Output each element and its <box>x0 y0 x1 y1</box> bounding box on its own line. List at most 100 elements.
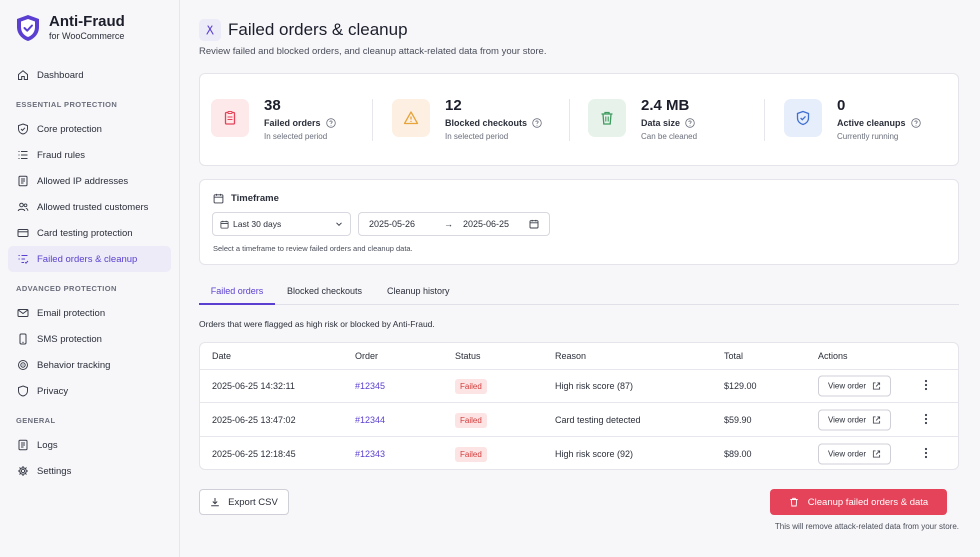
row-total: $89.00 <box>724 448 752 459</box>
status-badge: Failed <box>455 379 487 394</box>
table-row: 2025-06-25 14:32:11 #12345 Failed High r… <box>200 370 958 403</box>
row-date: 2025-06-25 12:18:45 <box>212 448 296 459</box>
stat-subtext: In selected period <box>445 132 509 141</box>
help-icon[interactable] <box>532 118 542 128</box>
stat-label: Failed orders <box>264 118 321 128</box>
column-header-total: Total <box>724 351 744 361</box>
row-actions: View order <box>818 443 891 464</box>
row-reason: Card testing detected <box>555 415 641 425</box>
help-icon[interactable] <box>685 118 695 128</box>
view-order-button[interactable]: View order <box>818 443 891 464</box>
target-icon <box>18 360 28 370</box>
tab-cleanup-history[interactable]: Cleanup history <box>387 286 450 305</box>
sidebar-item-label: Logs <box>37 439 58 451</box>
stat-blocked-checkouts: 12 Blocked checkouts In selected period <box>392 97 542 141</box>
stat-active-cleanups: 0 Active cleanups Currently running <box>784 97 921 141</box>
sidebar-item-failed-orders-cleanup[interactable]: Failed orders & cleanup <box>8 246 171 272</box>
row-more-menu[interactable] <box>921 412 931 428</box>
sidebar-item-allowed-ip-addresses[interactable]: Allowed IP addresses <box>8 168 171 194</box>
users-icon <box>17 202 29 212</box>
brand-title: Anti-Fraud <box>49 13 125 30</box>
status-badge-text: Failed <box>455 413 487 428</box>
row-actions: View order <box>818 409 891 431</box>
table-row: 2025-06-25 13:47:02 #12344 Failed Card t… <box>200 404 958 437</box>
row-total: $129.00 <box>724 381 757 391</box>
sidebar-item-privacy[interactable]: Privacy <box>8 378 171 404</box>
tab-failed-orders[interactable]: Failed orders <box>199 286 275 305</box>
table-header: Date Order Status Reason Total Actions <box>200 343 958 370</box>
stat-label-row: Failed orders <box>264 118 336 128</box>
stat-label: Active cleanups <box>837 118 906 128</box>
sidebar-section-title: ESSENTIAL PROTECTION <box>16 100 118 109</box>
view-order-button[interactable]: View order <box>818 409 891 431</box>
view-order-label: View order <box>827 415 867 425</box>
table-row: 2025-06-25 12:18:45 #12343 Failed High r… <box>200 437 958 469</box>
row-more-menu[interactable] <box>921 446 931 462</box>
stat-label: Data size <box>641 118 681 128</box>
stat-divider <box>764 99 765 141</box>
stat-label-row: Active cleanups <box>837 118 921 128</box>
timeframe-select-value: Last 30 days <box>233 219 282 229</box>
row-more-menu[interactable] <box>921 378 931 394</box>
external-link-icon <box>872 416 881 424</box>
sidebar-item-settings[interactable]: Settings <box>8 458 171 484</box>
sidebar-nav: Dashboard ESSENTIAL PROTECTION Core prot… <box>8 62 171 484</box>
sidebar-item-dashboard[interactable]: Dashboard <box>8 62 171 88</box>
sidebar-item-allowed-trusted-customers[interactable]: Allowed trusted customers <box>8 194 171 220</box>
row-date: 2025-06-25 13:47:02 <box>212 415 296 425</box>
timeframe-label: Timeframe <box>231 193 279 204</box>
calendar-icon[interactable] <box>529 219 539 229</box>
column-header-actions: Actions <box>818 351 848 361</box>
list-icon <box>18 150 28 160</box>
tab-blocked-checkouts[interactable]: Blocked checkouts <box>287 286 362 305</box>
row-reason: High risk score (92) <box>555 448 634 459</box>
shield-check-logo-icon <box>17 15 39 41</box>
column-header-date: Date <box>212 351 232 361</box>
more-vertical-icon[interactable] <box>921 412 931 426</box>
row-reason: High risk score (87) <box>555 381 634 391</box>
sidebar-item-email-protection[interactable]: Email protection <box>8 300 171 326</box>
date-range-arrow: → <box>444 219 453 229</box>
stat-icon-wrap <box>211 99 249 137</box>
stat-value: 12 <box>445 97 462 114</box>
failed-orders-table: Date Order Status Reason Total Actions 2… <box>199 342 959 470</box>
view-order-label: View order <box>827 381 867 391</box>
sidebar-item-logs[interactable]: Logs <box>8 432 171 458</box>
sidebar-item-behavior-tracking[interactable]: Behavior tracking <box>8 352 171 378</box>
help-icon[interactable] <box>910 118 921 128</box>
stat-label: Blocked checkouts <box>445 118 528 128</box>
column-header-status: Status <box>455 351 481 361</box>
row-order-link[interactable]: #12343 <box>355 449 385 459</box>
help-icon[interactable] <box>325 118 336 128</box>
stats-card: 38 Failed orders In selected period 12 B… <box>199 73 959 166</box>
sidebar-section-title: GENERAL <box>16 416 56 425</box>
sidebar-item-label: Allowed trusted customers <box>37 201 149 213</box>
brand-subtitle: for WooCommerce <box>49 31 125 41</box>
row-order-link[interactable]: #12345 <box>355 381 385 391</box>
sidebar-item-label: SMS protection <box>37 333 102 345</box>
export-csv-button[interactable]: Export CSV <box>199 489 289 515</box>
more-vertical-icon[interactable] <box>921 378 931 392</box>
sidebar-item-label: Card testing protection <box>37 227 133 239</box>
date-range-end[interactable]: 2025-06-25 <box>463 219 509 229</box>
date-range-input[interactable]: 2025-05-26 → 2025-06-25 <box>358 212 550 236</box>
more-vertical-icon[interactable] <box>921 446 931 460</box>
sidebar-item-sms-protection[interactable]: SMS protection <box>8 326 171 352</box>
sidebar-item-fraud-rules[interactable]: Fraud rules <box>8 142 171 168</box>
stat-subtext: Can be cleaned <box>641 132 698 141</box>
status-badge-text: Failed <box>455 379 487 394</box>
timeframe-card: Timeframe Last 30 days 2025-05-26 → 2025… <box>199 179 959 265</box>
brand[interactable]: Anti-Fraud for WooCommerce <box>15 14 125 42</box>
date-range-start[interactable]: 2025-05-26 <box>369 219 415 229</box>
trash-icon <box>601 111 613 125</box>
sidebar-item-core-protection[interactable]: Core protection <box>8 116 171 142</box>
stat-icon-wrap <box>588 99 626 137</box>
view-order-button[interactable]: View order <box>818 375 891 397</box>
timeframe-select[interactable]: Last 30 days <box>212 212 351 236</box>
sidebar-item-card-testing-protection[interactable]: Card testing protection <box>8 220 171 246</box>
row-order-link[interactable]: #12344 <box>355 415 385 425</box>
sidebar-item-label: Dashboard <box>37 69 84 81</box>
document-icon <box>18 175 28 187</box>
document-icon <box>18 439 28 451</box>
cleanup-button[interactable]: Cleanup failed orders & data <box>770 489 947 515</box>
